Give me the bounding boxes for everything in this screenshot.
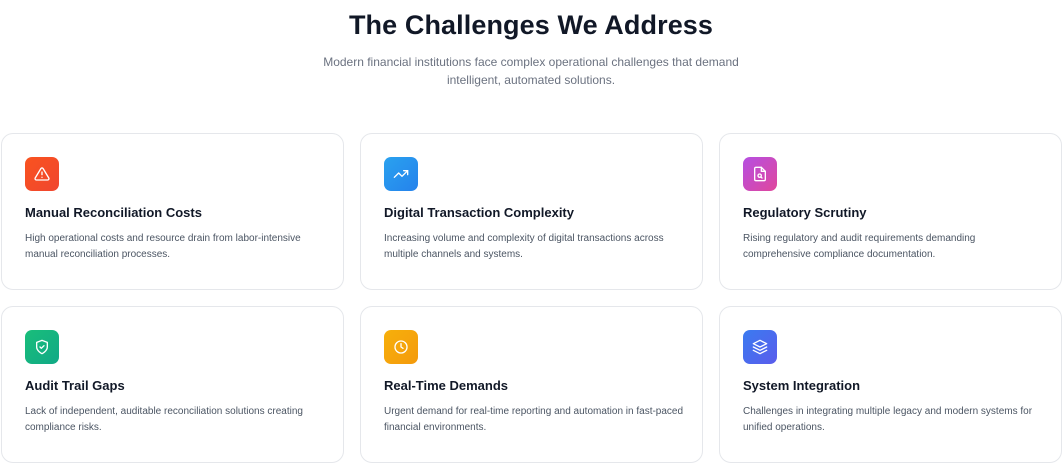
- clock-icon: [394, 340, 408, 354]
- icon-tile: [25, 330, 59, 364]
- file-search-icon: [754, 166, 766, 182]
- card-description: Challenges in integrating multiple legac…: [743, 406, 1033, 433]
- section-title: The Challenges We Address: [348, 10, 714, 40]
- card-title: Digital Transaction Complexity: [384, 205, 574, 220]
- card-title: Regulatory Scrutiny: [743, 205, 867, 220]
- section-subtitle: Modern financial institutions face compl…: [323, 55, 739, 87]
- challenges-grid: Manual Reconciliation Costs High operati…: [1, 133, 1062, 463]
- card-description: Lack of independent, auditable reconcili…: [25, 406, 303, 433]
- card-description: Rising regulatory and audit requirements…: [743, 233, 976, 260]
- card-title: Real-Time Demands: [384, 378, 509, 393]
- icon-tile: [384, 157, 418, 191]
- icon-tile: [384, 330, 418, 364]
- icon-tile: [743, 330, 777, 364]
- card-title: Manual Reconciliation Costs: [25, 205, 202, 220]
- challenge-card: Digital Transaction Complexity Increasin…: [360, 133, 703, 290]
- challenge-card: Audit Trail Gaps Lack of independent, au…: [1, 306, 344, 463]
- challenge-card: Regulatory Scrutiny Rising regulatory an…: [719, 133, 1062, 290]
- challenge-card: Manual Reconciliation Costs High operati…: [1, 133, 344, 290]
- shield-check-icon: [36, 339, 48, 355]
- card-title: Audit Trail Gaps: [25, 378, 125, 393]
- card-description: Increasing volume and complexity of digi…: [384, 233, 664, 260]
- warning-triangle-icon: [34, 167, 50, 181]
- icon-tile: [743, 157, 777, 191]
- challenge-card: System Integration Challenges in integra…: [719, 306, 1062, 463]
- card-description: Urgent demand for real-time reporting an…: [384, 406, 684, 433]
- icon-tile: [25, 157, 59, 191]
- card-title: System Integration: [743, 378, 861, 393]
- trending-up-icon: [393, 170, 409, 178]
- card-description: High operational costs and resource drai…: [25, 233, 301, 260]
- challenge-card: Real-Time Demands Urgent demand for real…: [360, 306, 703, 463]
- challenges-section: The Challenges We Address Modern financi…: [0, 0, 1062, 464]
- layers-icon: [752, 339, 768, 355]
